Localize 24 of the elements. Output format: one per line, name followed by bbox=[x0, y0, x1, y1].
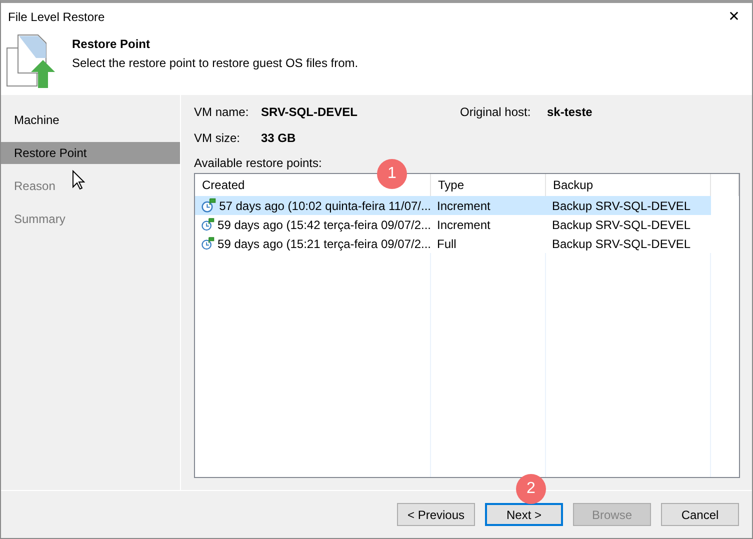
sidebar-item[interactable]: Restore Point bbox=[1, 142, 180, 164]
dialog-button[interactable]: Next > bbox=[485, 503, 563, 526]
field-value: 33 GB bbox=[261, 131, 297, 145]
field-value: sk-teste bbox=[547, 105, 594, 119]
table-caption: Available restore points: bbox=[194, 156, 323, 170]
dialog-button[interactable]: Cancel bbox=[661, 503, 739, 526]
field-value: SRV-SQL-DEVEL bbox=[261, 105, 358, 119]
mouse-cursor-icon bbox=[72, 170, 85, 190]
table-cell[interactable]: Backup SRV-SQL-DEVEL bbox=[546, 196, 711, 215]
sidebar-item[interactable]: Machine bbox=[1, 109, 180, 131]
table-cell[interactable]: Increment bbox=[431, 196, 546, 215]
restore-point-icon bbox=[201, 216, 215, 233]
step-description: Select the restore point to restore guest OS files from. bbox=[72, 56, 358, 70]
dialog-button[interactable]: < Previous bbox=[397, 503, 475, 526]
annotation-badge: 1 bbox=[377, 159, 407, 189]
field-label: VM name: bbox=[194, 105, 250, 119]
field-label: Original host: bbox=[460, 105, 532, 119]
restore-point-icon bbox=[201, 235, 215, 252]
step-title: Restore Point bbox=[72, 37, 152, 51]
table-cell[interactable]: 57 days ago (10:02 quinta-feira 11/07/... bbox=[195, 196, 431, 215]
window-title: File Level Restore bbox=[8, 10, 105, 24]
restore-point-icon bbox=[201, 197, 216, 214]
field-label: VM size: bbox=[194, 131, 242, 145]
close-button[interactable]: ✕ bbox=[716, 4, 752, 30]
